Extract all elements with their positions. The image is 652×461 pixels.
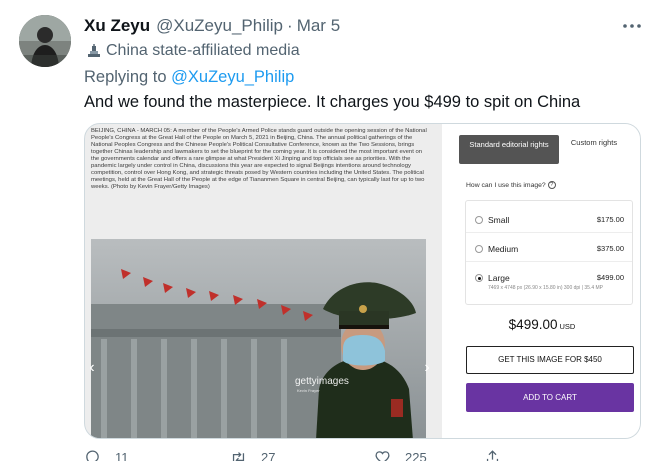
total-price: $499.00 USD [442,317,640,332]
currency: USD [559,322,576,331]
replying-to-handle[interactable]: @XuZeyu_Philip [171,68,294,86]
watermark-credit: Kevin Frayer [297,388,320,393]
size-name: Small [488,215,510,225]
size-name: Large [488,273,510,283]
question-icon: ? [547,181,556,189]
tweet-text: And we found the masterpiece. It charges… [84,93,581,111]
tweet-header: Xu Zeyu @XuZeyu_Philip · Mar 5 [84,16,340,40]
share-icon [486,450,499,461]
share-action[interactable] [484,449,515,461]
like-count: 225 [405,450,427,461]
like-action[interactable]: 225 [374,449,427,461]
retweet-count: 27 [261,450,276,461]
state-media-label[interactable]: China state-affiliated media [86,42,300,60]
avatar[interactable] [19,15,71,67]
add-to-cart-button[interactable]: ADD TO CART [466,383,634,412]
size-price: $175.00 [596,215,624,224]
replying-to: Replying to @XuZeyu_Philip [84,68,294,87]
reply-icon [86,450,99,461]
replying-to-prefix: Replying to [84,68,172,86]
get-image-button[interactable]: GET THIS IMAGE FOR $450 [466,346,634,374]
licensing-panel: Standard editorial rights Custom rights … [442,124,640,438]
author-name[interactable]: Xu Zeyu [84,16,150,36]
retweet-action[interactable]: 27 [230,449,275,461]
photo-caption: BEIJING, CHINA - MARCH 05: A member of t… [91,128,427,190]
like-icon [375,451,390,461]
more-dots-icon[interactable] [620,16,644,36]
radio-large[interactable] [475,274,483,282]
size-options: Small $175.00 Medium $375.00 Large $499.… [465,200,633,305]
size-description: 7469 x 4748 px (26.90 x 15.80 in) 300 dp… [488,285,603,291]
size-price: $375.00 [596,244,624,253]
size-price: $499.00 [596,273,624,282]
radio-small[interactable] [475,216,483,224]
size-name: Medium [488,244,519,254]
tab-custom-rights[interactable]: Custom rights [569,138,619,147]
chevron-left-icon[interactable]: ‹ [85,360,99,376]
tweet: Xu Zeyu @XuZeyu_Philip · Mar 5 China sta… [0,0,652,461]
tab-standard-rights[interactable]: Standard editorial rights [459,135,559,164]
retweet-icon [232,452,245,461]
total-amount: $499.00 [508,317,558,332]
tweet-date[interactable]: Mar 5 [297,16,340,36]
reply-count: 11 [115,450,129,461]
watermark: gettyimages [295,376,349,387]
usage-help-text: How can I use this image? [466,181,546,189]
usage-help-link[interactable]: How can I use this image?? [466,181,556,189]
news-photo[interactable]: gettyimages Kevin Frayer [91,239,426,438]
radio-medium[interactable] [475,245,483,253]
chevron-right-icon[interactable]: › [420,360,434,376]
tweet-actions: 11 27 225 [84,449,504,461]
state-media-icon [86,43,102,59]
author-handle[interactable]: @XuZeyu_Philip [156,16,283,36]
separator-dot: · [287,16,293,35]
reply-action[interactable]: 11 [84,449,129,461]
state-media-text: China state-affiliated media [106,42,300,59]
media-attachment[interactable]: BEIJING, CHINA - MARCH 05: A member of t… [84,123,641,439]
